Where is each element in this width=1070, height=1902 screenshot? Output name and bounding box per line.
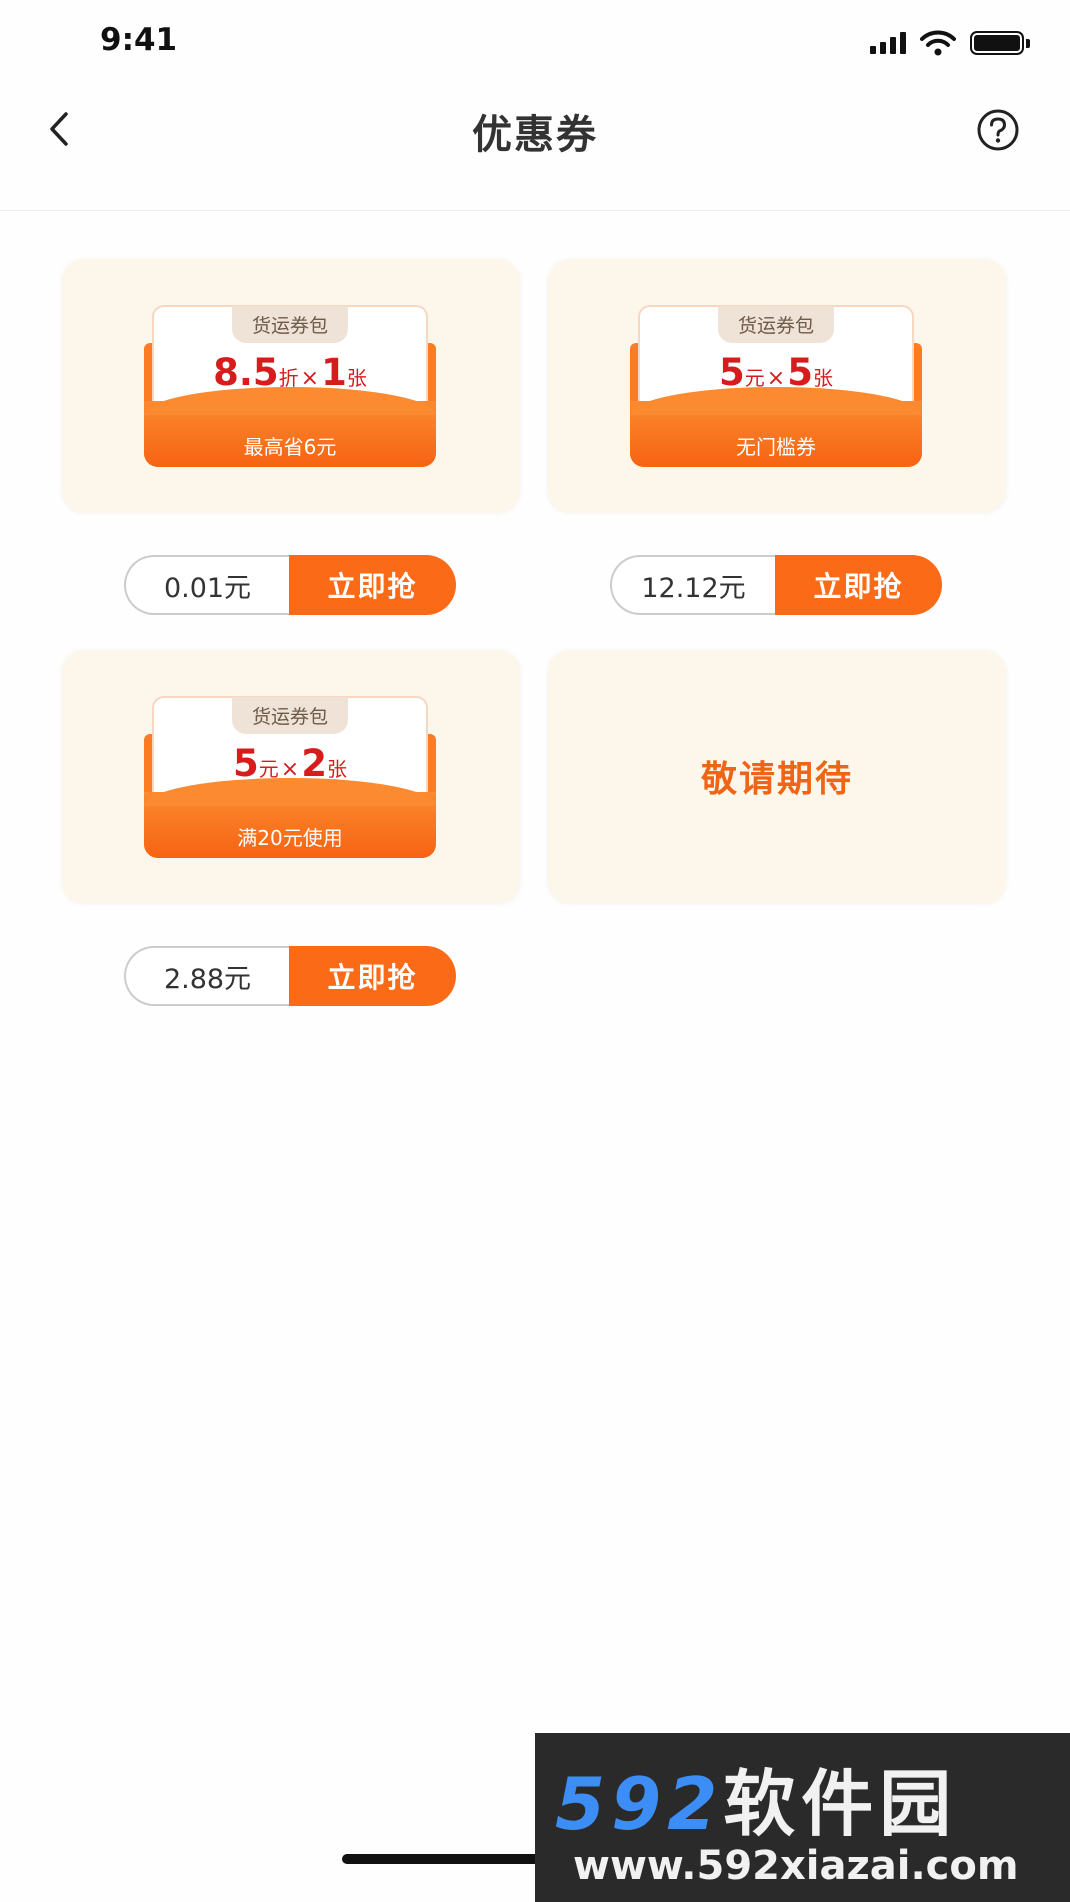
coupon-envelope: 货运券包 5元×5张 无门槛券 <box>630 305 922 467</box>
watermark-url: www.592xiazai.com <box>573 1843 1019 1889</box>
signal-icon <box>870 32 906 54</box>
coupon-tag: 货运券包 <box>717 306 835 343</box>
buy-row: 2.88元 立即抢 <box>124 946 456 1006</box>
nav-bar: 优惠券 <box>0 82 1070 211</box>
price-label: 0.01元 <box>124 555 289 615</box>
status-time: 9:41 <box>100 22 178 58</box>
battery-icon <box>970 30 1032 56</box>
price-label: 12.12元 <box>610 555 775 615</box>
coupon-envelope: 货运券包 5元×2张 满20元使用 <box>144 696 436 858</box>
question-circle-icon[interactable] <box>976 108 1020 152</box>
page-title: 优惠券 <box>472 112 598 158</box>
coupon-desc: 无门槛券 <box>736 435 816 459</box>
status-icons <box>870 30 1032 56</box>
coming-soon-card: 敬请期待 <box>548 650 1006 903</box>
price-label: 2.88元 <box>124 946 289 1006</box>
coupon-card[interactable]: 货运券包 5元×5张 无门槛券 <box>548 259 1006 512</box>
buy-row: 0.01元 立即抢 <box>124 555 456 615</box>
buy-row: 12.12元 立即抢 <box>610 555 942 615</box>
watermark-logo: 592软件园 <box>555 1762 958 1846</box>
wifi-icon <box>920 30 956 56</box>
grab-button[interactable]: 立即抢 <box>289 946 456 1006</box>
coupon-envelope: 货运券包 8.5折×1张 最高省6元 <box>144 305 436 467</box>
coupon-desc: 满20元使用 <box>237 826 343 850</box>
coupon-tag: 货运券包 <box>231 697 349 734</box>
grab-button[interactable]: 立即抢 <box>289 555 456 615</box>
coupon-desc: 最高省6元 <box>243 435 337 459</box>
coupon-tag: 货运券包 <box>231 306 349 343</box>
grab-button[interactable]: 立即抢 <box>775 555 942 615</box>
coming-soon-text: 敬请期待 <box>700 759 853 800</box>
coupon-card[interactable]: 货运券包 8.5折×1张 最高省6元 <box>62 259 520 512</box>
coupon-card[interactable]: 货运券包 5元×2张 满20元使用 <box>62 650 520 903</box>
watermark: 592软件园 www.592xiazai.com <box>535 1733 1070 1902</box>
